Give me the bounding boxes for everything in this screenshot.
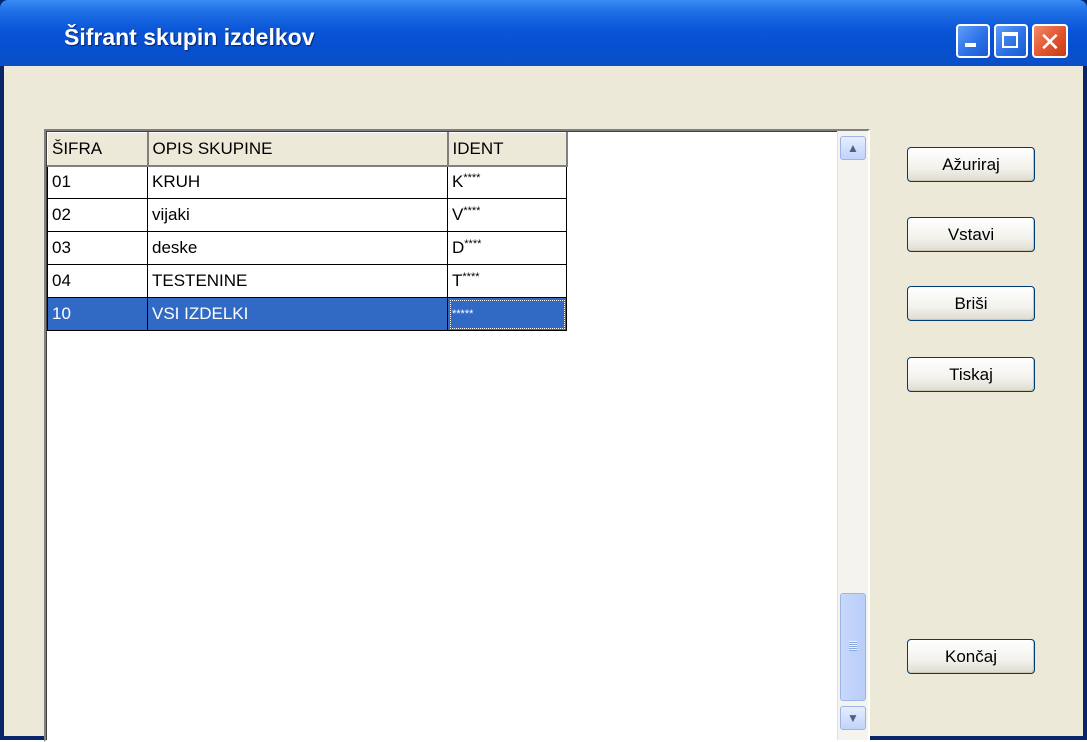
vertical-scrollbar[interactable]: ▲ ▼ <box>837 131 868 740</box>
column-header-ident[interactable]: IDENT <box>447 132 568 167</box>
close-button[interactable]: ✕ <box>1032 24 1068 58</box>
minimize-icon <box>965 43 976 47</box>
client-area: ŠIFRA OPIS SKUPINE IDENT 01 KRUH K**** 0… <box>4 66 1083 742</box>
table-row[interactable]: 02 vijaki V**** <box>47 198 567 232</box>
data-grid[interactable]: ŠIFRA OPIS SKUPINE IDENT 01 KRUH K**** 0… <box>44 129 870 742</box>
ident-prefix: V <box>452 205 464 224</box>
close-icon: ✕ <box>1039 27 1061 57</box>
cell-description[interactable]: vijaki <box>147 198 448 232</box>
grip-icon <box>849 641 857 651</box>
cell-description[interactable]: KRUH <box>147 165 448 199</box>
ident-mask: **** <box>463 205 481 217</box>
table-header-row: ŠIFRA OPIS SKUPINE IDENT <box>47 132 568 167</box>
cell-code[interactable]: 04 <box>47 264 148 298</box>
cell-ident[interactable]: D**** <box>447 231 567 265</box>
column-header-code[interactable]: ŠIFRA <box>47 132 149 167</box>
window-title: Šifrant skupin izdelkov <box>64 24 315 50</box>
chevron-up-icon: ▲ <box>847 141 859 155</box>
insert-button[interactable]: Vstavi <box>907 217 1035 252</box>
ident-mask: ***** <box>452 308 474 320</box>
ident-mask: **** <box>462 271 480 283</box>
minimize-button[interactable] <box>956 24 990 58</box>
cell-ident[interactable]: K**** <box>447 165 567 199</box>
scroll-down-button[interactable]: ▼ <box>840 706 866 730</box>
scroll-up-button[interactable]: ▲ <box>840 136 866 160</box>
cell-code[interactable]: 01 <box>47 165 148 199</box>
table-row-selected[interactable]: 10 VSI IZDELKI ***** <box>47 297 567 331</box>
cell-description[interactable]: TESTENINE <box>147 264 448 298</box>
cell-description[interactable]: VSI IZDELKI <box>147 297 448 331</box>
product-group-table: ŠIFRA OPIS SKUPINE IDENT 01 KRUH K**** 0… <box>47 132 568 331</box>
chevron-down-icon: ▼ <box>847 711 859 725</box>
ident-prefix: T <box>452 271 463 290</box>
delete-button[interactable]: Briši <box>907 286 1035 321</box>
cell-description[interactable]: deske <box>147 231 448 265</box>
scrollbar-thumb[interactable] <box>840 593 866 701</box>
finish-button[interactable]: Končaj <box>907 639 1035 674</box>
column-header-description[interactable]: OPIS SKUPINE <box>147 132 449 167</box>
table-row[interactable]: 03 deske D**** <box>47 231 567 265</box>
application-window: Šifrant skupin izdelkov ✕ ŠIFRA OPIS SKU… <box>0 0 1087 742</box>
title-bar[interactable]: Šifrant skupin izdelkov ✕ <box>0 0 1087 66</box>
ident-prefix: K <box>452 172 464 192</box>
ident-mask: **** <box>463 172 481 185</box>
update-button[interactable]: Ažuriraj <box>907 147 1035 182</box>
table-row[interactable]: 01 KRUH K**** <box>47 165 567 199</box>
table-row[interactable]: 04 TESTENINE T**** <box>47 264 567 298</box>
cell-ident[interactable]: V**** <box>447 198 567 232</box>
maximize-icon <box>1002 32 1018 48</box>
cell-code[interactable]: 02 <box>47 198 148 232</box>
ident-mask: **** <box>464 238 482 250</box>
cell-code[interactable]: 03 <box>47 231 148 265</box>
cell-ident[interactable]: T**** <box>447 264 567 298</box>
maximize-button[interactable] <box>994 24 1028 58</box>
cell-code[interactable]: 10 <box>47 297 148 331</box>
print-button[interactable]: Tiskaj <box>907 357 1035 392</box>
ident-prefix: D <box>452 238 465 257</box>
cell-ident-focused[interactable]: ***** <box>447 297 567 331</box>
